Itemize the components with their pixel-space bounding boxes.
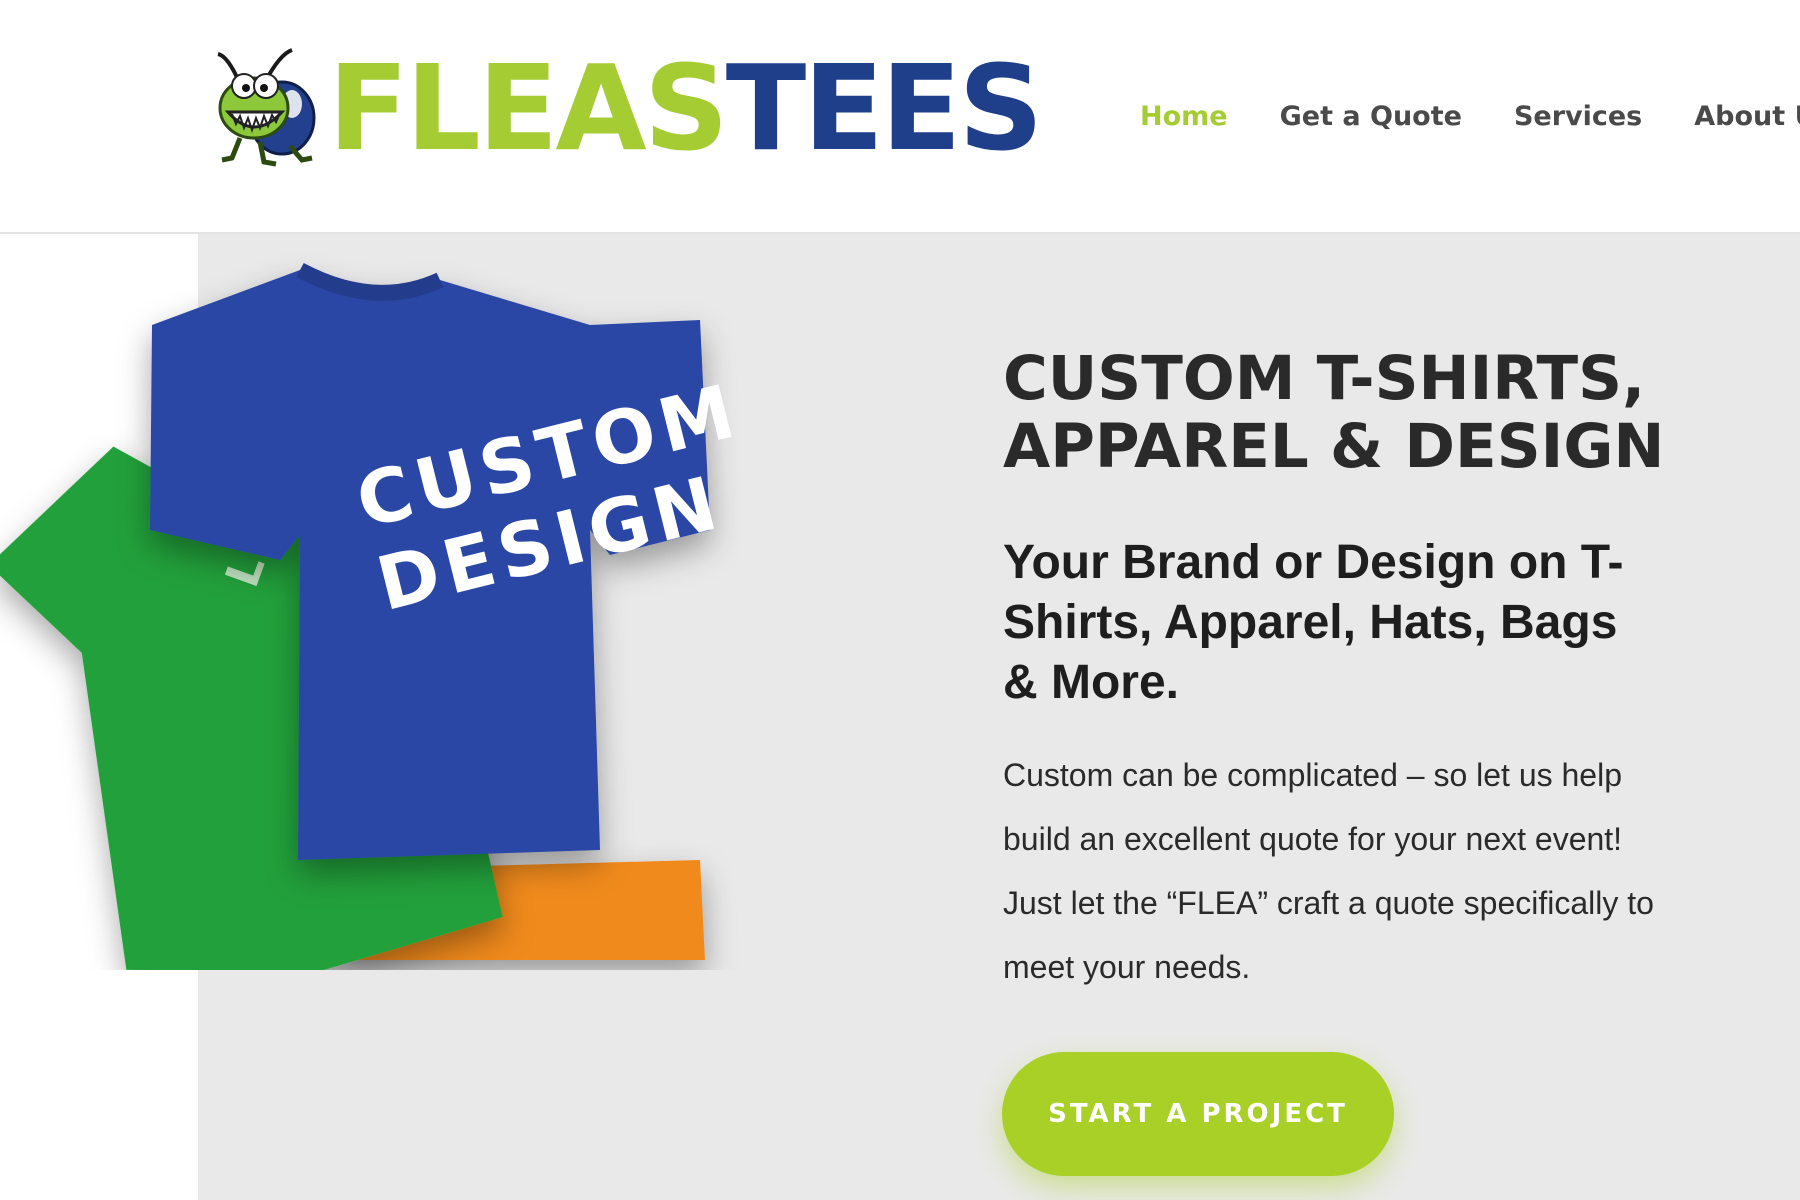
nav-item-home[interactable]: Home bbox=[1140, 101, 1228, 132]
hero-copy: CUSTOM T-SHIRTS, APPAREL & DESIGN Your B… bbox=[1003, 345, 1703, 999]
hero-subtitle: Your Brand or Design on T-Shirts, Appare… bbox=[1003, 536, 1624, 709]
nav-item-get-a-quote[interactable]: Get a Quote bbox=[1280, 101, 1462, 132]
site-header: FLEASTEES Home Get a Quote Services Abou… bbox=[0, 0, 1800, 234]
hero-tshirts-image: L CUSTOM DESIGN bbox=[0, 262, 748, 970]
site-logo[interactable]: FLEASTEES bbox=[210, 46, 1043, 171]
main-nav: Home Get a Quote Services About Us bbox=[1140, 92, 1800, 140]
nav-item-services[interactable]: Services bbox=[1514, 101, 1642, 132]
brand-wordmark: FLEASTEES bbox=[328, 46, 1043, 171]
start-project-button[interactable]: START A PROJECT bbox=[1002, 1052, 1394, 1176]
nav-item-about-us[interactable]: About Us bbox=[1694, 101, 1800, 132]
brand-wordmark-tees: TEES bbox=[725, 39, 1044, 177]
flea-mascot-icon bbox=[217, 48, 316, 167]
brand-wordmark-flea: FLEAS bbox=[328, 39, 729, 177]
hero-body-text: Custom can be complicated – so let us he… bbox=[1003, 757, 1654, 985]
hero-title: CUSTOM T-SHIRTS, APPAREL & DESIGN bbox=[1003, 343, 1665, 482]
